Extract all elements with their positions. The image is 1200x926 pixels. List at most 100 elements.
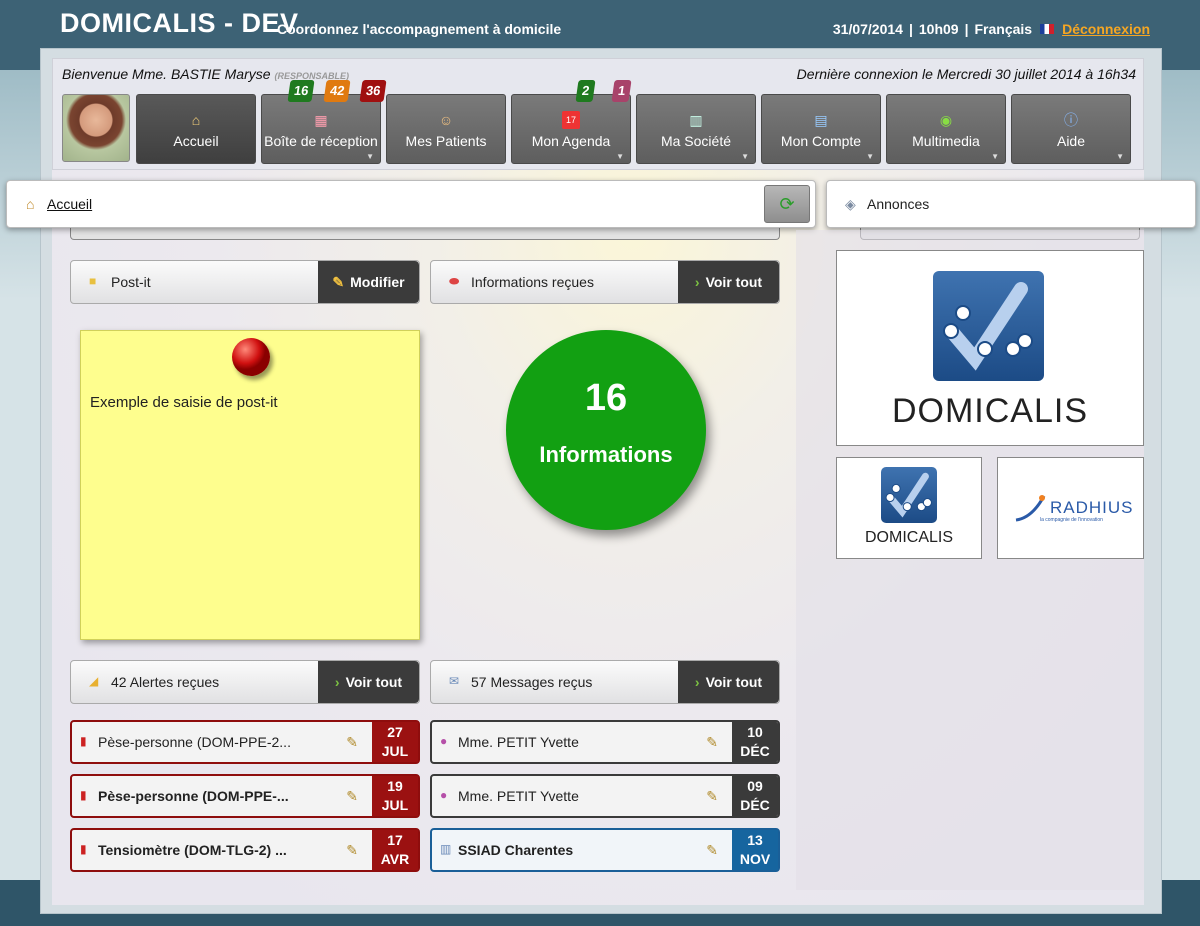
- nav-label: Accueil: [173, 133, 219, 149]
- tag-icon: ◈: [845, 196, 856, 212]
- nav-patients[interactable]: ☺ Mes Patients: [386, 94, 506, 164]
- avatar[interactable]: [62, 94, 130, 162]
- message-sender: Mme. PETIT Yvette: [458, 734, 579, 750]
- device-icon: ▮: [80, 734, 87, 748]
- language-selector[interactable]: Français: [975, 21, 1033, 37]
- edit-icon[interactable]: ✎: [706, 788, 718, 805]
- messages-header: ✉ 57 Messages reçus › Voir tout: [430, 660, 780, 704]
- radhius-tagline: la compagnie de l'innovation: [1040, 517, 1103, 523]
- alert-item[interactable]: ▮ Pèse-personne (DOM-PPE-2... ✎ 27 JUL: [70, 720, 420, 764]
- postit-header: ■ Post-it ✎ Modifier: [70, 260, 420, 304]
- chevron-right-icon: ›: [334, 674, 340, 690]
- chevron-down-icon: ▼: [366, 152, 374, 161]
- edit-icon[interactable]: ✎: [346, 734, 358, 751]
- device-icon: ▮: [80, 788, 87, 802]
- patients-icon: ☺: [438, 112, 454, 128]
- nav-label: Aide: [1056, 133, 1086, 149]
- pin-icon: [232, 338, 270, 376]
- date-month: DÉC: [740, 797, 770, 813]
- nav-societe[interactable]: ▥ Ma Société ▼: [636, 94, 756, 164]
- infos-title: Informations reçues: [471, 274, 594, 290]
- pencil-icon: ✎: [332, 274, 345, 290]
- separator: |: [964, 21, 969, 37]
- alert-title: Tensiomètre (DOM-TLG-2) ...: [98, 842, 287, 858]
- message-item[interactable]: ● Mme. PETIT Yvette ✎ 10 DÉC: [430, 720, 780, 764]
- message-sender: Mme. PETIT Yvette: [458, 788, 579, 804]
- announcements-title: Annonces: [867, 196, 930, 212]
- agenda-badge[interactable]: 2: [575, 80, 596, 102]
- nav-label: Multimedia: [912, 133, 980, 149]
- date-month: AVR: [380, 851, 410, 867]
- date-day: 13: [747, 832, 763, 848]
- breadcrumb-home-link[interactable]: Accueil: [47, 196, 92, 212]
- edit-icon[interactable]: ✎: [346, 788, 358, 805]
- agenda-badge[interactable]: 1: [611, 80, 632, 102]
- current-date: 31/07/2014: [832, 21, 903, 37]
- alert-date: 27 JUL: [372, 722, 418, 762]
- nav-agenda[interactable]: 17 Mon Agenda ▼: [511, 94, 631, 164]
- alerts-header: ◢ 42 Alertes reçues › Voir tout: [70, 660, 420, 704]
- chevron-down-icon: ▼: [991, 152, 999, 161]
- globe-icon: ◉: [939, 112, 953, 128]
- calendar-icon: 17: [562, 111, 580, 129]
- edit-icon[interactable]: ✎: [346, 842, 358, 859]
- edit-postit-button[interactable]: ✎ Modifier: [318, 261, 419, 303]
- view-all-infos-button[interactable]: › Voir tout: [678, 261, 779, 303]
- inbox-info-badge[interactable]: 16: [287, 80, 316, 102]
- info-icon: ⓘ: [1064, 112, 1078, 128]
- radhius-logo-text: RADHIUS: [1050, 498, 1134, 517]
- message-item[interactable]: ▥ SSIAD Charentes ✎ 13 NOV: [430, 828, 780, 872]
- bell-icon: ◢: [89, 674, 99, 688]
- button-label: Voir tout: [705, 674, 763, 690]
- app-title: DOMICALIS - DEV: [60, 8, 299, 38]
- breadcrumb: [6, 180, 816, 228]
- home-icon: ⌂: [191, 112, 201, 128]
- nav-inbox[interactable]: ▦ Boîte de réception ▼: [261, 94, 381, 164]
- alert-title: Pèse-personne (DOM-PPE-2...: [98, 734, 291, 750]
- message-item[interactable]: ● Mme. PETIT Yvette ✎ 09 DÉC: [430, 774, 780, 818]
- alert-item[interactable]: ▮ Pèse-personne (DOM-PPE-... ✎ 19 JUL: [70, 774, 420, 818]
- alert-title: Pèse-personne (DOM-PPE-...: [98, 788, 289, 804]
- alert-item[interactable]: ▮ Tensiomètre (DOM-TLG-2) ... ✎ 17 AVR: [70, 828, 420, 872]
- nav-label: Boîte de réception: [264, 133, 378, 149]
- nav-compte[interactable]: ▤ Mon Compte ▼: [761, 94, 881, 164]
- postit-title: Post-it: [111, 274, 151, 290]
- nav-label: Mon Agenda: [531, 133, 611, 149]
- inbox-alert-badge[interactable]: 42: [323, 80, 352, 102]
- view-all-alerts-button[interactable]: › Voir tout: [318, 661, 419, 703]
- id-card-icon: ▤: [814, 112, 828, 128]
- infos-counter-circle[interactable]: [506, 330, 706, 530]
- message-sender: SSIAD Charentes: [458, 842, 574, 858]
- edit-icon[interactable]: ✎: [706, 734, 718, 751]
- postit-note[interactable]: [80, 330, 420, 640]
- button-label: Voir tout: [345, 674, 403, 690]
- nav-aide[interactable]: ⓘ Aide ▼: [1011, 94, 1131, 164]
- view-all-messages-button[interactable]: › Voir tout: [678, 661, 779, 703]
- nav-accueil[interactable]: ⌂ Accueil: [136, 94, 256, 164]
- nav-multimedia[interactable]: ◉ Multimedia ▼: [886, 94, 1006, 164]
- breadcrumb-ledge: [70, 228, 780, 240]
- messages-title: 57 Messages reçus: [471, 674, 593, 690]
- date-day: 19: [387, 778, 403, 794]
- chevron-down-icon: ▼: [616, 152, 624, 161]
- nav-label: Mes Patients: [405, 133, 487, 149]
- date-day: 09: [747, 778, 763, 794]
- pill-icon: ⬬: [449, 274, 460, 288]
- message-date: 13 NOV: [732, 830, 778, 870]
- header-status: 31/07/2014 | 10h09 | Français Déconnexio…: [833, 21, 1150, 37]
- infos-header: ⬬ Informations reçues › Voir tout: [430, 260, 780, 304]
- french-flag-icon[interactable]: [1040, 24, 1055, 34]
- edit-icon[interactable]: ✎: [706, 842, 718, 859]
- infos-label: Informations: [539, 442, 673, 467]
- nav-label: Ma Société: [660, 133, 732, 149]
- inbox-message-badge[interactable]: 36: [359, 80, 388, 102]
- domicalis-logo-text: DOMICALIS: [891, 392, 1089, 430]
- logout-link[interactable]: Déconnexion: [1062, 21, 1150, 37]
- button-label: Voir tout: [705, 274, 763, 290]
- chevron-right-icon: ›: [694, 674, 700, 690]
- domicalis-logo-icon: [933, 271, 1044, 381]
- user-icon: ●: [440, 734, 448, 748]
- refresh-button[interactable]: ⟳: [764, 185, 810, 223]
- note-icon: ■: [89, 274, 97, 288]
- postit-text: Exemple de saisie de post-it: [90, 394, 278, 411]
